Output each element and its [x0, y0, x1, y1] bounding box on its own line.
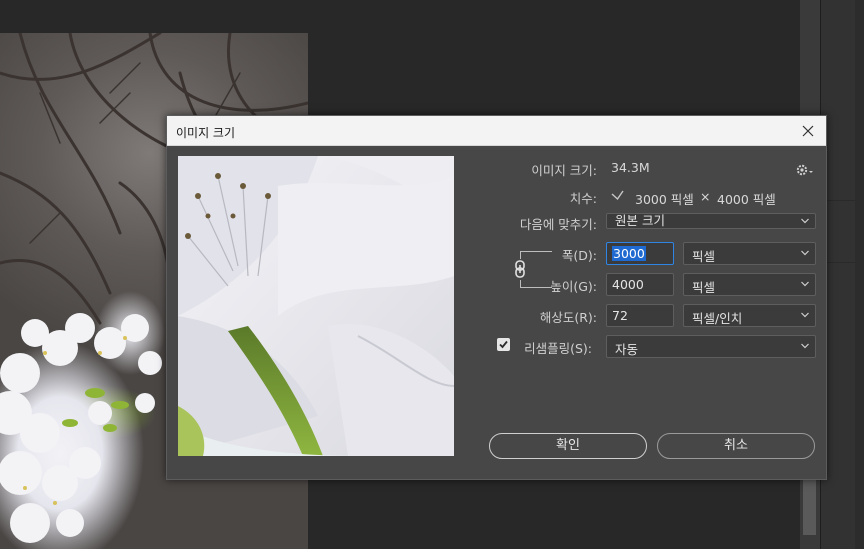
dimensions-width: 3000 픽셀: [635, 192, 694, 207]
resolution-input[interactable]: 72: [606, 304, 674, 327]
image-size-dialog: 이미지 크기 이미지 크기: 34.3M 치수: 3000 픽셀 × 4000 …: [166, 115, 827, 480]
chain-link-icon: [515, 260, 525, 278]
dialog-title: 이미지 크기: [176, 126, 236, 140]
constrain-bracket-bottom: [520, 280, 552, 288]
image-size-label: 이미지 크기:: [531, 163, 597, 178]
constrain-proportions-button[interactable]: [513, 259, 527, 279]
close-icon: [802, 125, 814, 137]
preview-flower-closeup: [178, 156, 454, 456]
cancel-button[interactable]: 취소: [657, 433, 815, 459]
resolution-value: 72: [612, 308, 628, 323]
chevron-down-icon: [801, 218, 809, 224]
dimensions-times: ×: [700, 189, 711, 204]
ok-button[interactable]: 확인: [489, 433, 647, 459]
resample-select[interactable]: 자동: [606, 335, 816, 358]
dimensions-height: 4000 픽셀: [717, 192, 776, 207]
fit-to-label: 다음에 맞추기:: [519, 217, 597, 232]
width-label: 폭(D):: [561, 248, 597, 263]
settings-button[interactable]: [795, 162, 815, 178]
width-unit: 픽셀: [692, 249, 716, 264]
chevron-down-icon: [801, 250, 809, 256]
height-value: 4000: [612, 277, 644, 292]
image-size-value: 34.3M: [611, 160, 650, 175]
fit-to-select[interactable]: 원본 크기: [606, 213, 816, 229]
dialog-titlebar[interactable]: 이미지 크기: [167, 116, 826, 146]
height-label: 높이(G):: [550, 279, 597, 294]
resample-checkbox[interactable]: [497, 338, 510, 351]
width-value: 3000: [612, 246, 646, 261]
chevron-down-icon: [801, 281, 809, 287]
close-button[interactable]: [796, 119, 820, 143]
fit-to-value: 원본 크기: [615, 213, 665, 228]
height-input[interactable]: 4000: [606, 273, 674, 296]
chevron-down-icon: [611, 190, 624, 201]
checkmark-icon: [499, 340, 508, 349]
resample-label: 리샘플링(S):: [524, 341, 592, 356]
dimensions-label: 치수:: [569, 191, 597, 206]
scrollbar-thumb[interactable]: [803, 475, 816, 535]
gear-icon: [796, 164, 813, 176]
resample-value: 자동: [615, 342, 639, 357]
constrain-bracket-top: [520, 251, 552, 259]
width-input[interactable]: 3000: [606, 242, 674, 265]
chevron-down-icon: [801, 343, 809, 349]
height-unit-select[interactable]: 픽셀: [683, 273, 816, 296]
resolution-unit-select[interactable]: 픽셀/인치: [683, 304, 816, 327]
height-unit: 픽셀: [692, 280, 716, 295]
chevron-down-icon: [801, 312, 809, 318]
panel-edge: [855, 0, 864, 549]
resolution-unit: 픽셀/인치: [692, 311, 743, 326]
width-unit-select[interactable]: 픽셀: [683, 242, 816, 265]
dimensions-toggle[interactable]: [611, 190, 624, 203]
image-preview[interactable]: [178, 156, 454, 456]
resolution-label: 해상도(R):: [539, 310, 597, 325]
